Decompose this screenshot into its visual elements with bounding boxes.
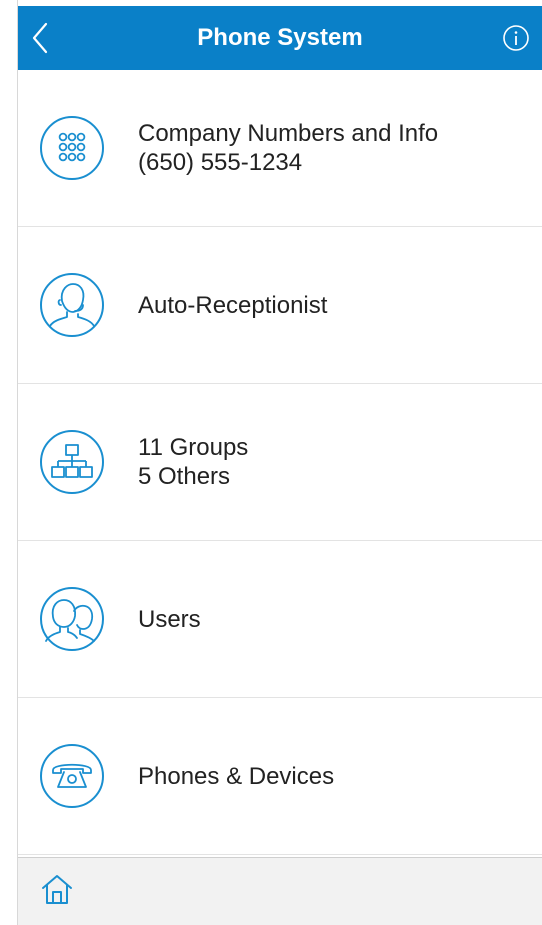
page-title: Phone System bbox=[197, 24, 363, 51]
dialpad-icon bbox=[40, 116, 104, 180]
list-item-text: Users bbox=[138, 541, 201, 697]
list-item-subtitle: (650) 555-1234 bbox=[138, 149, 303, 176]
left-edge-divider bbox=[0, 0, 18, 925]
list-item-text: Auto-Receptionist bbox=[138, 227, 327, 383]
list-item-auto-receptionist[interactable]: Auto-Receptionist bbox=[18, 227, 542, 384]
org-chart-icon bbox=[40, 430, 104, 494]
menu-list: Company Numbers and Info (650) 555-1234 … bbox=[18, 70, 542, 855]
list-item-text: 11 Groups 5 Others bbox=[138, 384, 248, 540]
info-icon bbox=[503, 25, 529, 51]
list-item-title: Auto-Receptionist bbox=[138, 291, 328, 319]
users-icon bbox=[40, 587, 104, 651]
list-item-phones-devices[interactable]: Phones & Devices bbox=[18, 698, 542, 855]
receptionist-headset-icon bbox=[40, 273, 104, 337]
home-icon bbox=[42, 875, 72, 904]
list-item-text: Company Numbers and Info (650) 555-1234 bbox=[138, 70, 438, 226]
list-item-company-numbers[interactable]: Company Numbers and Info (650) 555-1234 bbox=[18, 70, 542, 227]
list-item-groups[interactable]: 11 Groups 5 Others bbox=[18, 384, 542, 541]
list-item-title: 11 Groups bbox=[138, 434, 249, 461]
list-item-title: Phones & Devices bbox=[138, 762, 335, 790]
info-button[interactable] bbox=[502, 24, 530, 52]
home-button[interactable] bbox=[40, 872, 74, 906]
phone-system-screen: Phone System Company Numbers and Info (6… bbox=[0, 0, 542, 925]
app-header: Phone System bbox=[18, 6, 542, 70]
list-item-users[interactable]: Users bbox=[18, 541, 542, 698]
desk-phone-icon bbox=[40, 744, 104, 808]
list-item-text: Phones & Devices bbox=[138, 698, 334, 854]
list-item-title: Users bbox=[138, 605, 201, 633]
list-item-subtitle: 5 Others bbox=[138, 463, 231, 490]
list-item-title: Company Numbers and Info bbox=[138, 120, 439, 147]
bottom-bar bbox=[18, 857, 542, 925]
